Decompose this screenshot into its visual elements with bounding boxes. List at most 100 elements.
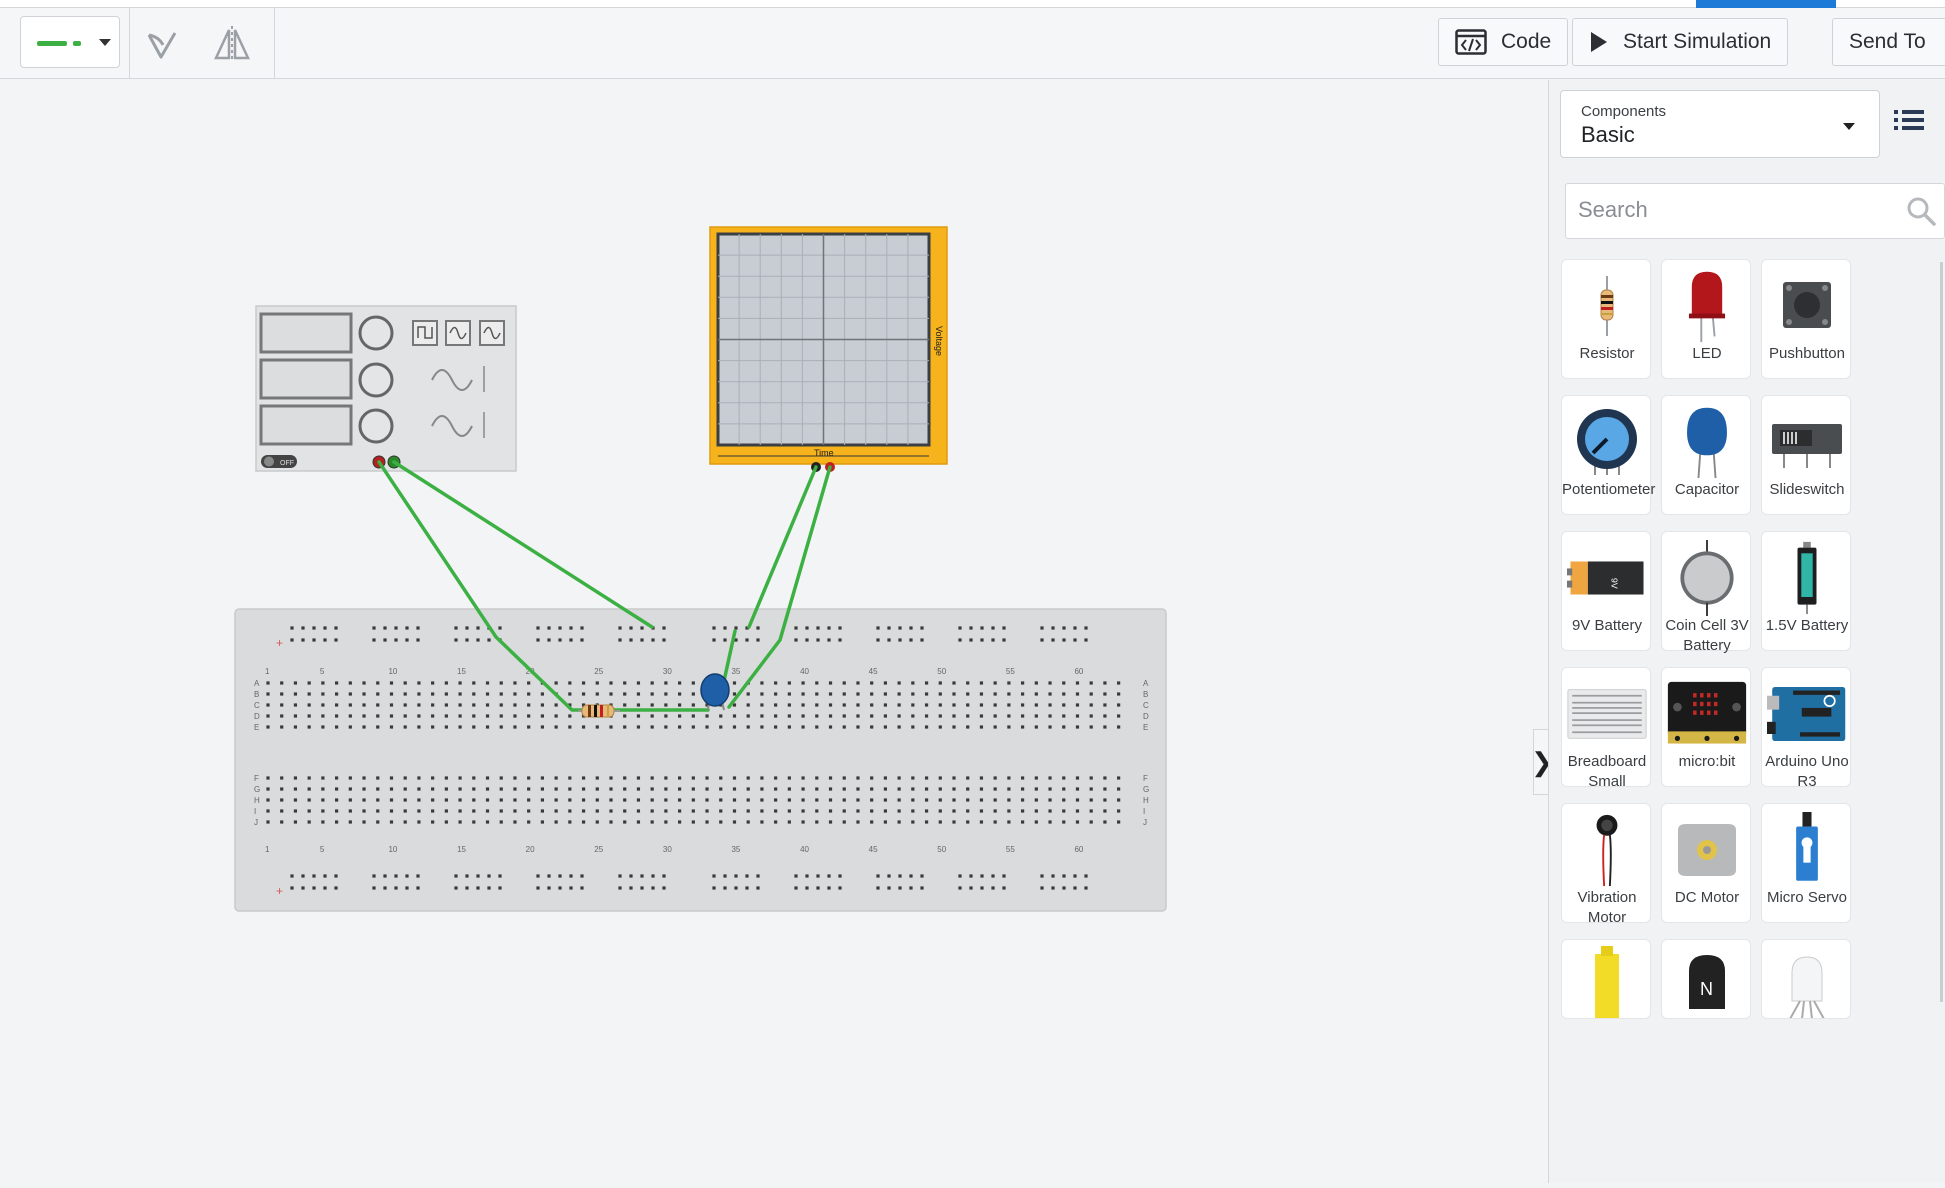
column-number: 15 [457,845,466,854]
component-tile-slideswitch[interactable]: Slideswitch [1761,395,1851,515]
component-label: LED [1692,345,1722,362]
column-number: 60 [1074,845,1083,854]
scope-time-label: Time [814,448,834,458]
wire-color-icon [37,41,67,46]
resistor-icon [1562,264,1652,348]
vibration-motor-icon [1562,808,1652,892]
send-to-button[interactable]: Send To [1832,18,1945,66]
toolbar: Code Start Simulation Send To [0,8,1945,79]
row-letter: F [1143,774,1148,783]
component-tile-pushbutton[interactable]: Pushbutton [1761,259,1851,379]
column-number: 55 [1006,667,1015,676]
row-letter: A [254,679,260,688]
component-tile-coin-cell-3v-battery[interactable]: Coin Cell 3V Battery [1661,531,1751,654]
row-letter: B [254,690,259,699]
row-letter: C [254,701,260,710]
play-icon [1589,31,1609,53]
svg-text:+: + [276,884,283,898]
transform-group [130,8,275,79]
column-number: 45 [869,845,878,854]
row-letter: H [1143,796,1149,805]
component-tile-resistor[interactable]: Resistor [1561,259,1651,379]
search-box [1565,183,1945,239]
column-number: 40 [800,845,809,854]
start-simulation-button[interactable]: Start Simulation [1572,18,1789,66]
svg-text:+: + [276,636,283,650]
component-label: Resistor [1579,345,1635,362]
components-dropdown[interactable]: Components Basic [1560,90,1880,158]
flip-icon[interactable] [210,22,254,66]
npn-transistor-icon: N [1662,944,1750,1018]
component-label: Micro Servo [1766,889,1848,906]
send-to-label: Send To [1849,30,1926,53]
components-label: Components [1581,103,1667,120]
capacitor-icon [1662,400,1752,484]
component-tile-partial[interactable] [1761,939,1851,1019]
row-letter: E [254,723,259,732]
svg-text:9V: 9V [1609,578,1619,589]
oscilloscope[interactable]: Time Voltage [709,226,948,472]
component-tile-arduino-uno-r3[interactable]: Arduino Uno R3 [1761,667,1851,790]
component-tile-capacitor[interactable]: Capacitor [1661,395,1751,515]
component-label: Vibration Motor [1577,889,1637,926]
component-tile-dc-motor[interactable]: DC Motor [1661,803,1751,923]
column-number: 10 [388,667,397,676]
svg-text:N: N [1700,979,1713,999]
column-number: 25 [594,845,603,854]
row-letter: E [1143,723,1148,732]
component-tile-potentiometer[interactable]: Potentiometer [1561,395,1655,515]
wire-color-dot [73,41,81,46]
row-letter: D [1143,712,1149,721]
row-letter: J [1143,818,1147,827]
column-number: 1 [265,667,270,676]
component-tile-micro-bit[interactable]: micro:bit [1661,667,1751,787]
breadboard-icon [1562,672,1652,756]
wire-color-picker[interactable] [20,16,120,68]
microbit-icon [1662,672,1752,756]
component-label: Breadboard Small [1567,753,1647,790]
component-tile-breadboard-small[interactable]: Breadboard Small [1561,667,1652,790]
component-tile-partial[interactable]: N [1661,939,1751,1019]
scope-voltage-label: Voltage [934,326,944,356]
slideswitch-icon [1762,400,1852,484]
component-tile-partial[interactable] [1561,939,1651,1019]
component-label: 1.5V Battery [1765,617,1849,634]
row-letter: I [254,807,256,816]
column-number: 30 [663,667,672,676]
fg-switch-label: OFF [280,460,294,467]
component-label: Slideswitch [1769,481,1845,498]
component-tile-1-5v-battery[interactable]: 1.5V Battery [1761,531,1851,651]
component-label: Capacitor [1674,481,1740,498]
component-tile-led[interactable]: LED [1661,259,1751,379]
dc-motor-icon [1662,808,1752,892]
row-letter: C [1143,701,1149,710]
component-label: 9V Battery [1571,617,1643,634]
list-view-icon[interactable] [1894,108,1924,137]
code-button[interactable]: Code [1438,18,1569,66]
rotate-icon[interactable] [140,22,184,66]
panel-scrollbar[interactable] [1940,262,1943,1002]
pushbutton-icon [1762,264,1852,348]
circuit-canvas[interactable]: OFF Time Voltage 1 1 5 5 10 10 15 15 20 20 25 25 30 3… [0,80,1553,1183]
search-icon[interactable] [1906,196,1936,231]
breadboard[interactable]: 1155101015152020252530303535404045455050… [234,608,1167,912]
column-number: 40 [800,667,809,676]
row-letter: H [254,796,260,805]
wire-group [0,8,130,79]
components-value: Basic [1581,122,1635,147]
code-label: Code [1501,30,1552,53]
rgb-led-icon [1762,944,1850,1018]
top-bar [0,0,1945,8]
component-tile-9v-battery[interactable]: 9V 9V Battery [1561,531,1651,651]
row-letter: F [254,774,259,783]
column-number: 30 [663,845,672,854]
component-label: Pushbutton [1769,345,1845,362]
hobby-gearmotor-icon [1562,944,1650,1018]
battery-9v-icon: 9V [1562,536,1652,620]
component-tile-micro-servo[interactable]: Micro Servo [1761,803,1851,923]
row-letter: D [254,712,260,721]
function-generator[interactable]: OFF [255,305,517,472]
component-tile-vibration-motor[interactable]: Vibration Motor [1561,803,1652,926]
search-input[interactable] [1566,184,1866,236]
circuit-drawing[interactable]: OFF Time Voltage 11551010151520202525303… [0,80,1548,1183]
